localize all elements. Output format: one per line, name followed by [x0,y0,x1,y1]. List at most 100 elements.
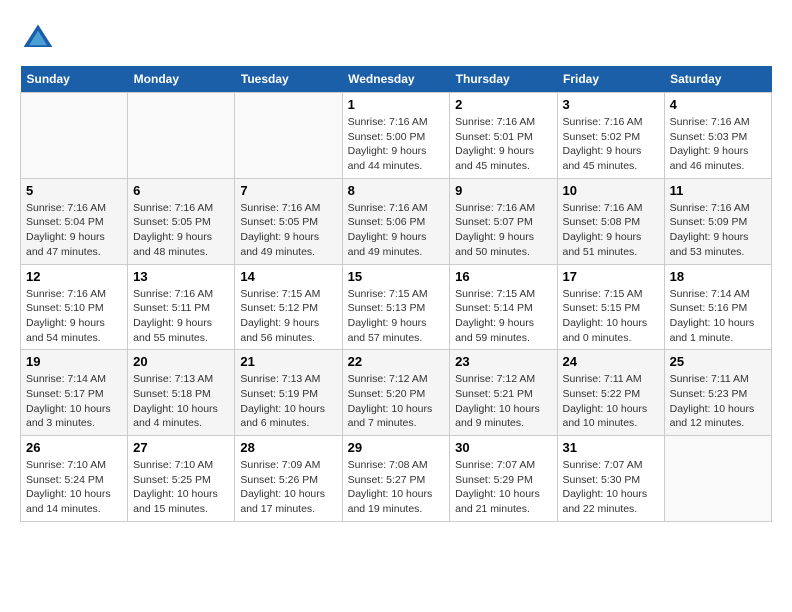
calendar-cell: 4 Sunrise: 7:16 AM Sunset: 5:03 PM Daylig… [664,93,771,179]
day-info: Sunrise: 7:14 AM Sunset: 5:16 PM Dayligh… [670,287,766,346]
day-info: Sunrise: 7:09 AM Sunset: 5:26 PM Dayligh… [240,458,336,517]
day-number: 12 [26,269,122,284]
calendar-cell [128,93,235,179]
day-number: 20 [133,354,229,369]
day-number: 29 [348,440,445,455]
day-info: Sunrise: 7:13 AM Sunset: 5:18 PM Dayligh… [133,372,229,431]
day-number: 2 [455,97,551,112]
calendar-cell: 20 Sunrise: 7:13 AM Sunset: 5:18 PM Dayli… [128,350,235,436]
calendar-week-row: 26 Sunrise: 7:10 AM Sunset: 5:24 PM Dayli… [21,436,772,522]
day-number: 26 [26,440,122,455]
day-number: 15 [348,269,445,284]
calendar-cell: 11 Sunrise: 7:16 AM Sunset: 5:09 PM Dayli… [664,178,771,264]
day-number: 25 [670,354,766,369]
day-info: Sunrise: 7:15 AM Sunset: 5:14 PM Dayligh… [455,287,551,346]
calendar-cell [664,436,771,522]
logo-icon [20,20,56,56]
day-number: 14 [240,269,336,284]
calendar-cell: 12 Sunrise: 7:16 AM Sunset: 5:10 PM Dayli… [21,264,128,350]
calendar-cell: 2 Sunrise: 7:16 AM Sunset: 5:01 PM Daylig… [450,93,557,179]
day-info: Sunrise: 7:07 AM Sunset: 5:30 PM Dayligh… [563,458,659,517]
day-number: 31 [563,440,659,455]
calendar-cell: 9 Sunrise: 7:16 AM Sunset: 5:07 PM Daylig… [450,178,557,264]
calendar-week-row: 19Sunrise: 7:14 AM Sunset: 5:17 PM Dayli… [21,350,772,436]
day-info: Sunrise: 7:15 AM Sunset: 5:12 PM Dayligh… [240,287,336,346]
day-number: 1 [348,97,445,112]
calendar-header-row: SundayMondayTuesdayWednesdayThursdayFrid… [21,66,772,93]
calendar-cell: 30Sunrise: 7:07 AM Sunset: 5:29 PM Dayli… [450,436,557,522]
calendar-cell: 10 Sunrise: 7:16 AM Sunset: 5:08 PM Dayli… [557,178,664,264]
page-header [20,20,772,56]
day-number: 7 [240,183,336,198]
day-number: 3 [563,97,659,112]
calendar-header-friday: Friday [557,66,664,93]
day-number: 6 [133,183,229,198]
day-info: Sunrise: 7:11 AM Sunset: 5:22 PM Dayligh… [563,372,659,431]
day-info: Sunrise: 7:10 AM Sunset: 5:25 PM Dayligh… [133,458,229,517]
logo [20,20,60,56]
calendar-header-monday: Monday [128,66,235,93]
day-number: 17 [563,269,659,284]
day-number: 18 [670,269,766,284]
day-info: Sunrise: 7:16 AM Sunset: 5:06 PM Dayligh… [348,201,445,260]
calendar-cell: 22 Sunrise: 7:12 AM Sunset: 5:20 PM Dayli… [342,350,450,436]
calendar-cell: 24 Sunrise: 7:11 AM Sunset: 5:22 PM Dayli… [557,350,664,436]
day-number: 16 [455,269,551,284]
day-number: 24 [563,354,659,369]
calendar-cell: 17 Sunrise: 7:15 AM Sunset: 5:15 PM Dayli… [557,264,664,350]
calendar-cell: 29 Sunrise: 7:08 AM Sunset: 5:27 PM Dayli… [342,436,450,522]
calendar-week-row: 5 Sunrise: 7:16 AM Sunset: 5:04 PM Daylig… [21,178,772,264]
day-number: 22 [348,354,445,369]
calendar-cell: 14 Sunrise: 7:15 AM Sunset: 5:12 PM Dayli… [235,264,342,350]
day-number: 8 [348,183,445,198]
day-info: Sunrise: 7:16 AM Sunset: 5:01 PM Dayligh… [455,115,551,174]
day-info: Sunrise: 7:16 AM Sunset: 5:11 PM Dayligh… [133,287,229,346]
calendar-header-sunday: Sunday [21,66,128,93]
calendar-cell: 15 Sunrise: 7:15 AM Sunset: 5:13 PM Dayli… [342,264,450,350]
calendar-cell: 26 Sunrise: 7:10 AM Sunset: 5:24 PM Dayli… [21,436,128,522]
calendar-cell: 25 Sunrise: 7:11 AM Sunset: 5:23 PM Dayli… [664,350,771,436]
calendar-cell: 16 Sunrise: 7:15 AM Sunset: 5:14 PM Dayli… [450,264,557,350]
calendar-cell: 27 Sunrise: 7:10 AM Sunset: 5:25 PM Dayli… [128,436,235,522]
day-info: Sunrise: 7:16 AM Sunset: 5:08 PM Dayligh… [563,201,659,260]
day-info: Sunrise: 7:08 AM Sunset: 5:27 PM Dayligh… [348,458,445,517]
calendar-week-row: 1Sunrise: 7:16 AM Sunset: 5:00 PM Daylig… [21,93,772,179]
day-number: 10 [563,183,659,198]
calendar-week-row: 12 Sunrise: 7:16 AM Sunset: 5:10 PM Dayli… [21,264,772,350]
calendar-cell: 7Sunrise: 7:16 AM Sunset: 5:05 PM Daylig… [235,178,342,264]
calendar-cell: 31 Sunrise: 7:07 AM Sunset: 5:30 PM Dayli… [557,436,664,522]
day-info: Sunrise: 7:15 AM Sunset: 5:15 PM Dayligh… [563,287,659,346]
day-info: Sunrise: 7:15 AM Sunset: 5:13 PM Dayligh… [348,287,445,346]
calendar-header-saturday: Saturday [664,66,771,93]
calendar-table: SundayMondayTuesdayWednesdayThursdayFrid… [20,66,772,522]
day-info: Sunrise: 7:16 AM Sunset: 5:02 PM Dayligh… [563,115,659,174]
day-info: Sunrise: 7:12 AM Sunset: 5:20 PM Dayligh… [348,372,445,431]
day-info: Sunrise: 7:16 AM Sunset: 5:10 PM Dayligh… [26,287,122,346]
day-number: 27 [133,440,229,455]
day-info: Sunrise: 7:16 AM Sunset: 5:09 PM Dayligh… [670,201,766,260]
day-info: Sunrise: 7:16 AM Sunset: 5:03 PM Dayligh… [670,115,766,174]
day-info: Sunrise: 7:11 AM Sunset: 5:23 PM Dayligh… [670,372,766,431]
calendar-header-tuesday: Tuesday [235,66,342,93]
calendar-cell: 18 Sunrise: 7:14 AM Sunset: 5:16 PM Dayli… [664,264,771,350]
calendar-cell: 21Sunrise: 7:13 AM Sunset: 5:19 PM Dayli… [235,350,342,436]
day-number: 19 [26,354,122,369]
day-number: 13 [133,269,229,284]
calendar-header-thursday: Thursday [450,66,557,93]
day-info: Sunrise: 7:10 AM Sunset: 5:24 PM Dayligh… [26,458,122,517]
day-info: Sunrise: 7:16 AM Sunset: 5:04 PM Dayligh… [26,201,122,260]
day-number: 28 [240,440,336,455]
calendar-cell [21,93,128,179]
day-number: 30 [455,440,551,455]
day-info: Sunrise: 7:12 AM Sunset: 5:21 PM Dayligh… [455,372,551,431]
day-number: 5 [26,183,122,198]
day-info: Sunrise: 7:16 AM Sunset: 5:07 PM Dayligh… [455,201,551,260]
calendar-cell: 8 Sunrise: 7:16 AM Sunset: 5:06 PM Daylig… [342,178,450,264]
day-number: 11 [670,183,766,198]
calendar-cell: 3 Sunrise: 7:16 AM Sunset: 5:02 PM Daylig… [557,93,664,179]
day-number: 4 [670,97,766,112]
day-number: 9 [455,183,551,198]
calendar-cell: 23Sunrise: 7:12 AM Sunset: 5:21 PM Dayli… [450,350,557,436]
calendar-cell: 6 Sunrise: 7:16 AM Sunset: 5:05 PM Daylig… [128,178,235,264]
day-info: Sunrise: 7:16 AM Sunset: 5:05 PM Dayligh… [133,201,229,260]
